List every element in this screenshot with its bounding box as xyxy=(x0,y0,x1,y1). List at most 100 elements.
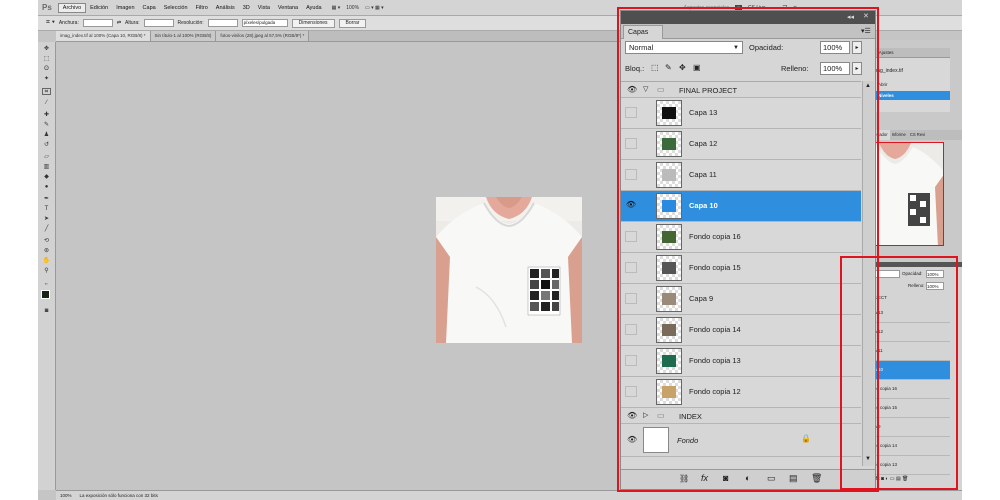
dimensions-button[interactable]: Dimensiones xyxy=(291,18,335,28)
layer-row[interactable]: Fondo copia 16 xyxy=(621,222,861,253)
foreground-color[interactable] xyxy=(41,290,50,299)
trash-icon[interactable]: 🗑 xyxy=(811,473,822,484)
layer-row[interactable]: Fondo copia 15 xyxy=(621,253,861,284)
small-fill-value[interactable]: 100% xyxy=(926,282,944,290)
link-layers-icon[interactable]: ⛓ xyxy=(679,474,689,483)
lasso-tool-icon[interactable]: ʘ xyxy=(42,66,51,73)
shape-tool-icon[interactable]: ╱ xyxy=(42,226,51,233)
menu-analisis[interactable]: Análisis xyxy=(212,4,239,12)
clear-button[interactable]: Borrar xyxy=(338,18,367,28)
eye-icon[interactable]: 👁 xyxy=(627,435,637,444)
small-opacity-value[interactable]: 100% xyxy=(926,270,944,278)
visibility-toggle[interactable] xyxy=(625,107,637,118)
tab-cs-revi[interactable]: CS Revi xyxy=(908,130,927,140)
pen-tool-icon[interactable]: ✒ xyxy=(42,196,51,203)
layer-row[interactable]: Capa 11 xyxy=(621,160,861,191)
visibility-toggle[interactable] xyxy=(625,293,637,304)
lock-transparent-icon[interactable]: ⬚ xyxy=(651,63,659,72)
crop-tool-icon[interactable]: ⌗ ▾ xyxy=(46,19,55,27)
eraser-tool-icon[interactable]: ▱ xyxy=(42,154,51,161)
menu-ayuda[interactable]: Ayuda xyxy=(302,4,326,12)
group-row-index[interactable]: 👁 ▷ ▭ INDEX xyxy=(621,408,861,424)
eye-icon[interactable]: 👁 xyxy=(627,411,637,420)
gradient-tool-icon[interactable]: ▥ xyxy=(42,164,51,171)
menu-archivo[interactable]: Archivo xyxy=(57,2,87,13)
layer-row[interactable]: Fondo copia 13 xyxy=(621,346,861,377)
group-expand-icon[interactable]: ▽ xyxy=(643,85,648,93)
opacity-input[interactable]: 100% xyxy=(820,41,850,54)
doc-tab-3[interactable]: fotos-vinilos (28).jpeg al 57,5% (RGB/8*… xyxy=(216,31,310,41)
visibility-toggle[interactable] xyxy=(625,169,637,180)
menu-ventana[interactable]: Ventana xyxy=(274,4,302,12)
layer-row[interactable]: Capa 9 xyxy=(621,284,861,315)
new-layer-icon[interactable]: ▤ xyxy=(789,473,798,484)
group-row-final-project[interactable]: 👁 ▽ ▭ FINAL PROJECT xyxy=(621,81,861,98)
type-tool-icon[interactable]: T xyxy=(42,206,51,213)
scroll-up-icon[interactable]: ▲ xyxy=(865,83,871,89)
visibility-toggle[interactable] xyxy=(625,138,637,149)
menu-vista[interactable]: Vista xyxy=(254,4,274,12)
visibility-toggle[interactable]: 👁 xyxy=(625,200,637,211)
layer-row[interactable]: Capa 13 xyxy=(621,98,861,129)
adjustment-layer-icon[interactable]: ◐ xyxy=(745,473,750,483)
layer-row-fondo[interactable]: 👁 Fondo 🔒 xyxy=(621,424,861,457)
lock-position-icon[interactable]: ✥ xyxy=(679,63,686,72)
menu-imagen[interactable]: Imagen xyxy=(112,4,138,12)
menu-edicion[interactable]: Edición xyxy=(86,4,112,12)
fx-icon[interactable]: fx xyxy=(701,473,708,483)
default-colors-icon[interactable]: ▪▫ xyxy=(42,280,51,287)
menu-3d[interactable]: 3D xyxy=(239,4,254,12)
new-group-icon[interactable]: ▭ xyxy=(767,473,776,484)
dodge-tool-icon[interactable]: ● xyxy=(42,184,51,191)
scroll-down-icon[interactable]: ▼ xyxy=(865,456,871,462)
layer-row[interactable]: Fondo copia 14 xyxy=(621,315,861,346)
visibility-toggle[interactable] xyxy=(625,262,637,273)
layer-row[interactable]: Capa 12 xyxy=(621,129,861,160)
tab-informe[interactable]: Informe xyxy=(890,130,908,140)
group-collapsed-icon[interactable]: ▷ xyxy=(643,411,648,419)
hand-tool-icon[interactable]: ✋ xyxy=(42,258,51,265)
blur-tool-icon[interactable]: ◆ xyxy=(42,174,51,181)
add-mask-icon[interactable]: ◙ xyxy=(723,473,728,483)
visibility-toggle[interactable] xyxy=(625,355,637,366)
history-step-abrir[interactable]: Abrir xyxy=(878,82,888,87)
healing-brush-icon[interactable]: ✚ xyxy=(42,112,51,119)
3d-orbit-icon[interactable]: ⊛ xyxy=(42,248,51,255)
path-select-icon[interactable]: ➤ xyxy=(42,216,51,223)
arrange-icon[interactable]: ▭ ▾ ▦ ▾ xyxy=(365,5,384,11)
tab-ajustes[interactable]: Ajustes xyxy=(876,48,897,57)
quick-mask-icon[interactable]: ◙ xyxy=(42,308,51,315)
visibility-toggle[interactable] xyxy=(625,386,637,397)
eye-icon[interactable]: 👁 xyxy=(627,85,637,94)
width-input[interactable] xyxy=(82,19,113,27)
zoom-level[interactable]: 100% xyxy=(346,5,359,11)
doc-tab-1[interactable]: imag_index.tif al 100% (Capa 10, RGB/8) … xyxy=(56,31,151,41)
crop-tool-icon[interactable]: ⌗ xyxy=(42,88,51,95)
lock-pixels-icon[interactable]: ✎ xyxy=(665,63,672,72)
menu-filtro[interactable]: Filtro xyxy=(192,4,212,12)
lock-all-icon[interactable]: ▣ xyxy=(693,63,701,72)
close-panel-icon[interactable]: ✕ xyxy=(863,12,869,20)
move-tool-icon[interactable]: ✥ xyxy=(42,46,51,53)
stamp-tool-icon[interactable]: ♟ xyxy=(42,132,51,139)
height-input[interactable] xyxy=(143,19,174,27)
doc-tab-2[interactable]: Sin título-1 al 100% (RGB/8) xyxy=(150,31,217,41)
panel-menu-icon[interactable]: ▾☰ xyxy=(861,27,871,35)
opacity-arrow-icon[interactable]: ▸ xyxy=(852,41,862,54)
3d-rotate-icon[interactable]: ⟲ xyxy=(42,238,51,245)
menu-seleccion[interactable]: Selección xyxy=(160,4,192,12)
visibility-toggle[interactable] xyxy=(625,324,637,335)
layers-scrollbar[interactable]: ▲ ▼ xyxy=(862,81,874,466)
swap-icon[interactable]: ⇄ xyxy=(117,20,121,26)
eyedropper-icon[interactable]: ⁄ xyxy=(42,100,51,107)
layer-row[interactable]: Fondo copia 12 xyxy=(621,377,861,408)
magic-wand-icon[interactable]: ✦ xyxy=(42,76,51,83)
resolution-unit-select[interactable]: píxeles/pulgada xyxy=(241,19,288,27)
marquee-tool-icon[interactable]: ⬚ xyxy=(42,56,51,63)
canvas-image[interactable] xyxy=(436,197,582,343)
zoom-tool-icon[interactable]: ⚲ xyxy=(42,268,51,275)
blend-mode-select[interactable]: Normal ▼ xyxy=(625,41,743,54)
status-zoom[interactable]: 100% xyxy=(60,493,72,498)
brush-tool-icon[interactable]: ✎ xyxy=(42,122,51,129)
tab-capas[interactable]: Capas xyxy=(623,25,663,39)
